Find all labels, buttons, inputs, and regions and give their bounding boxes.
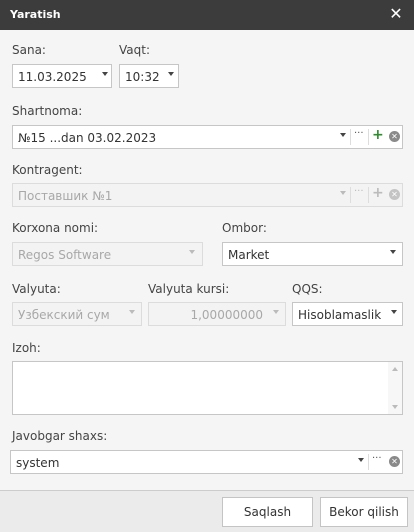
vaqt-label: Vaqt: xyxy=(119,43,150,57)
chevron-down-icon[interactable] xyxy=(102,72,108,76)
chevron-down-icon xyxy=(129,310,135,314)
ellipsis-icon[interactable]: ··· xyxy=(354,128,364,139)
korxona-field: Regos Software xyxy=(12,242,203,266)
shartnoma-field[interactable]: №15 ...dan 03.02.2023 ··· + ✕ xyxy=(12,125,403,149)
izoh-textarea[interactable] xyxy=(12,361,403,415)
ombor-label: Ombor: xyxy=(222,221,267,235)
cancel-button[interactable]: Bekor qilish xyxy=(320,497,408,527)
dialog-body: Sana: 11.03.2025 Vaqt: 10:32 Shartnoma: … xyxy=(0,30,414,490)
valyuta-kursi-value: 1,00000000 xyxy=(190,308,263,322)
divider xyxy=(368,129,369,145)
shartnoma-value: №15 ...dan 03.02.2023 xyxy=(18,131,157,145)
sana-value: 11.03.2025 xyxy=(18,70,87,84)
divider xyxy=(368,187,369,203)
javobgar-field[interactable]: system ··· ✕ xyxy=(10,450,403,474)
ombor-field[interactable]: Market xyxy=(222,242,403,266)
izoh-label: Izoh: xyxy=(12,341,41,355)
sana-label: Sana: xyxy=(12,43,46,57)
qqs-label: QQS: xyxy=(292,282,323,296)
chevron-down-icon xyxy=(189,250,195,254)
scroll-down-icon[interactable] xyxy=(392,405,398,409)
valyuta-label: Valyuta: xyxy=(12,282,61,296)
qqs-value: Hisoblamaslik xyxy=(298,308,382,322)
valyuta-kursi-field: 1,00000000 xyxy=(148,302,286,326)
clear-icon[interactable]: ✕ xyxy=(389,131,400,142)
chevron-down-icon[interactable] xyxy=(168,72,174,76)
close-icon[interactable]: ✕ xyxy=(386,4,406,24)
chevron-down-icon[interactable] xyxy=(390,250,396,254)
chevron-down-icon xyxy=(340,191,346,195)
valyuta-kursi-label: Valyuta kursi: xyxy=(148,282,230,296)
korxona-value: Regos Software xyxy=(18,248,112,262)
ombor-value: Market xyxy=(228,248,270,262)
dialog-titlebar: Yaratish ✕ xyxy=(0,0,414,30)
chevron-down-icon[interactable] xyxy=(358,458,364,462)
javobgar-label: Javobgar shaxs: xyxy=(12,429,108,443)
korxona-label: Korxona nomi: xyxy=(12,221,99,235)
divider xyxy=(350,187,351,203)
chevron-down-icon[interactable] xyxy=(340,133,346,137)
javobgar-value: system xyxy=(16,456,60,470)
vaqt-value: 10:32 xyxy=(125,70,160,84)
kontragent-value: Поставшик №1 xyxy=(18,189,113,203)
plus-icon: + xyxy=(372,185,384,201)
divider xyxy=(350,129,351,145)
ellipsis-icon[interactable]: ··· xyxy=(372,453,382,464)
kontragent-field: Поставшик №1 ··· + ✕ xyxy=(12,183,403,207)
kontragent-label: Kontragent: xyxy=(12,163,83,177)
vaqt-time-field[interactable]: 10:32 xyxy=(119,64,179,88)
shartnoma-label: Shartnoma: xyxy=(12,104,83,118)
qqs-field[interactable]: Hisoblamaslik xyxy=(292,302,403,326)
dialog-title: Yaratish xyxy=(10,8,61,21)
sana-date-field[interactable]: 11.03.2025 xyxy=(12,64,112,88)
chevron-down-icon[interactable] xyxy=(391,310,397,314)
plus-icon[interactable]: + xyxy=(372,127,384,143)
scrollbar[interactable] xyxy=(388,362,402,414)
clear-icon[interactable]: ✕ xyxy=(389,456,400,467)
ellipsis-icon: ··· xyxy=(354,186,364,197)
save-button[interactable]: Saqlash xyxy=(222,497,313,527)
chevron-down-icon xyxy=(273,310,279,314)
divider xyxy=(368,454,369,470)
scroll-up-icon[interactable] xyxy=(392,367,398,371)
clear-icon: ✕ xyxy=(389,189,400,200)
valyuta-field: Узбекский сум xyxy=(12,302,142,326)
dialog-footer: Saqlash Bekor qilish xyxy=(0,490,414,532)
valyuta-value: Узбекский сум xyxy=(18,308,110,322)
